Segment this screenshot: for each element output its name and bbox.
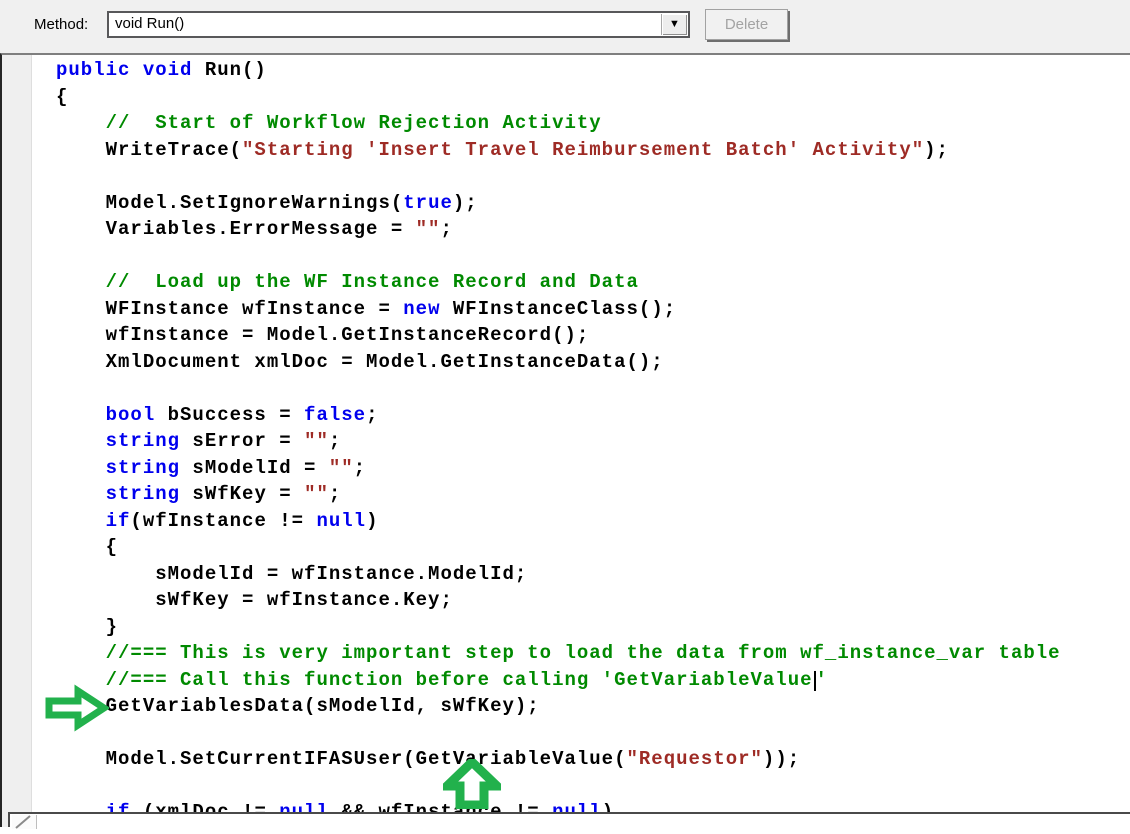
code-line[interactable]: // Load up the WF Instance Record and Da… bbox=[56, 269, 1130, 296]
chevron-down-icon: ▼ bbox=[669, 19, 680, 30]
code-line[interactable]: { bbox=[56, 534, 1130, 561]
code-line[interactable]: sWfKey = wfInstance.Key; bbox=[56, 587, 1130, 614]
code-line[interactable]: sModelId = wfInstance.ModelId; bbox=[56, 561, 1130, 588]
code-line[interactable] bbox=[56, 243, 1130, 270]
code-line[interactable]: bool bSuccess = false; bbox=[56, 402, 1130, 429]
code-line[interactable] bbox=[56, 773, 1130, 800]
method-combobox-value: void Run() bbox=[115, 15, 184, 32]
delete-button-label: Delete bbox=[725, 16, 768, 33]
code-line[interactable]: string sError = ""; bbox=[56, 428, 1130, 455]
code-line[interactable]: WriteTrace("Starting 'Insert Travel Reim… bbox=[56, 137, 1130, 164]
code-line[interactable]: Model.SetCurrentIFASUser(GetVariableValu… bbox=[56, 746, 1130, 773]
editor-gutter bbox=[2, 55, 32, 827]
code-line[interactable]: { bbox=[56, 84, 1130, 111]
code-line[interactable]: } bbox=[56, 614, 1130, 641]
method-combobox-dropdown-button[interactable]: ▼ bbox=[661, 14, 687, 35]
code-line[interactable]: XmlDocument xmlDoc = Model.GetInstanceDa… bbox=[56, 349, 1130, 376]
horizontal-scrollbar[interactable] bbox=[8, 812, 1130, 827]
code-line[interactable]: //=== Call this function before calling … bbox=[56, 667, 1130, 694]
code-line[interactable]: //=== This is very important step to loa… bbox=[56, 640, 1130, 667]
delete-button[interactable]: Delete bbox=[705, 9, 788, 40]
code-line[interactable]: if(wfInstance != null) bbox=[56, 508, 1130, 535]
code-lines[interactable]: public void Run(){ // Start of Workflow … bbox=[32, 57, 1130, 827]
code-editor[interactable]: public void Run(){ // Start of Workflow … bbox=[0, 53, 1130, 827]
code-line[interactable]: public void Run() bbox=[56, 57, 1130, 84]
method-label: Method: bbox=[34, 16, 88, 33]
code-line[interactable] bbox=[56, 163, 1130, 190]
code-line[interactable]: string sModelId = ""; bbox=[56, 455, 1130, 482]
method-combobox[interactable]: void Run() ▼ bbox=[107, 11, 690, 38]
code-line[interactable]: Variables.ErrorMessage = ""; bbox=[56, 216, 1130, 243]
code-line[interactable]: WFInstance wfInstance = new WFInstanceCl… bbox=[56, 296, 1130, 323]
code-line[interactable]: GetVariablesData(sModelId, sWfKey); bbox=[56, 693, 1130, 720]
toolbar: Method: void Run() ▼ Delete bbox=[0, 0, 1130, 53]
code-line[interactable]: // Start of Workflow Rejection Activity bbox=[56, 110, 1130, 137]
code-line[interactable] bbox=[56, 375, 1130, 402]
green-right-arrow-icon bbox=[45, 684, 109, 732]
code-line[interactable]: string sWfKey = ""; bbox=[56, 481, 1130, 508]
code-line[interactable]: Model.SetIgnoreWarnings(true); bbox=[56, 190, 1130, 217]
code-line[interactable]: wfInstance = Model.GetInstanceRecord(); bbox=[56, 322, 1130, 349]
green-up-arrow-icon bbox=[443, 759, 501, 809]
code-line[interactable] bbox=[56, 720, 1130, 747]
